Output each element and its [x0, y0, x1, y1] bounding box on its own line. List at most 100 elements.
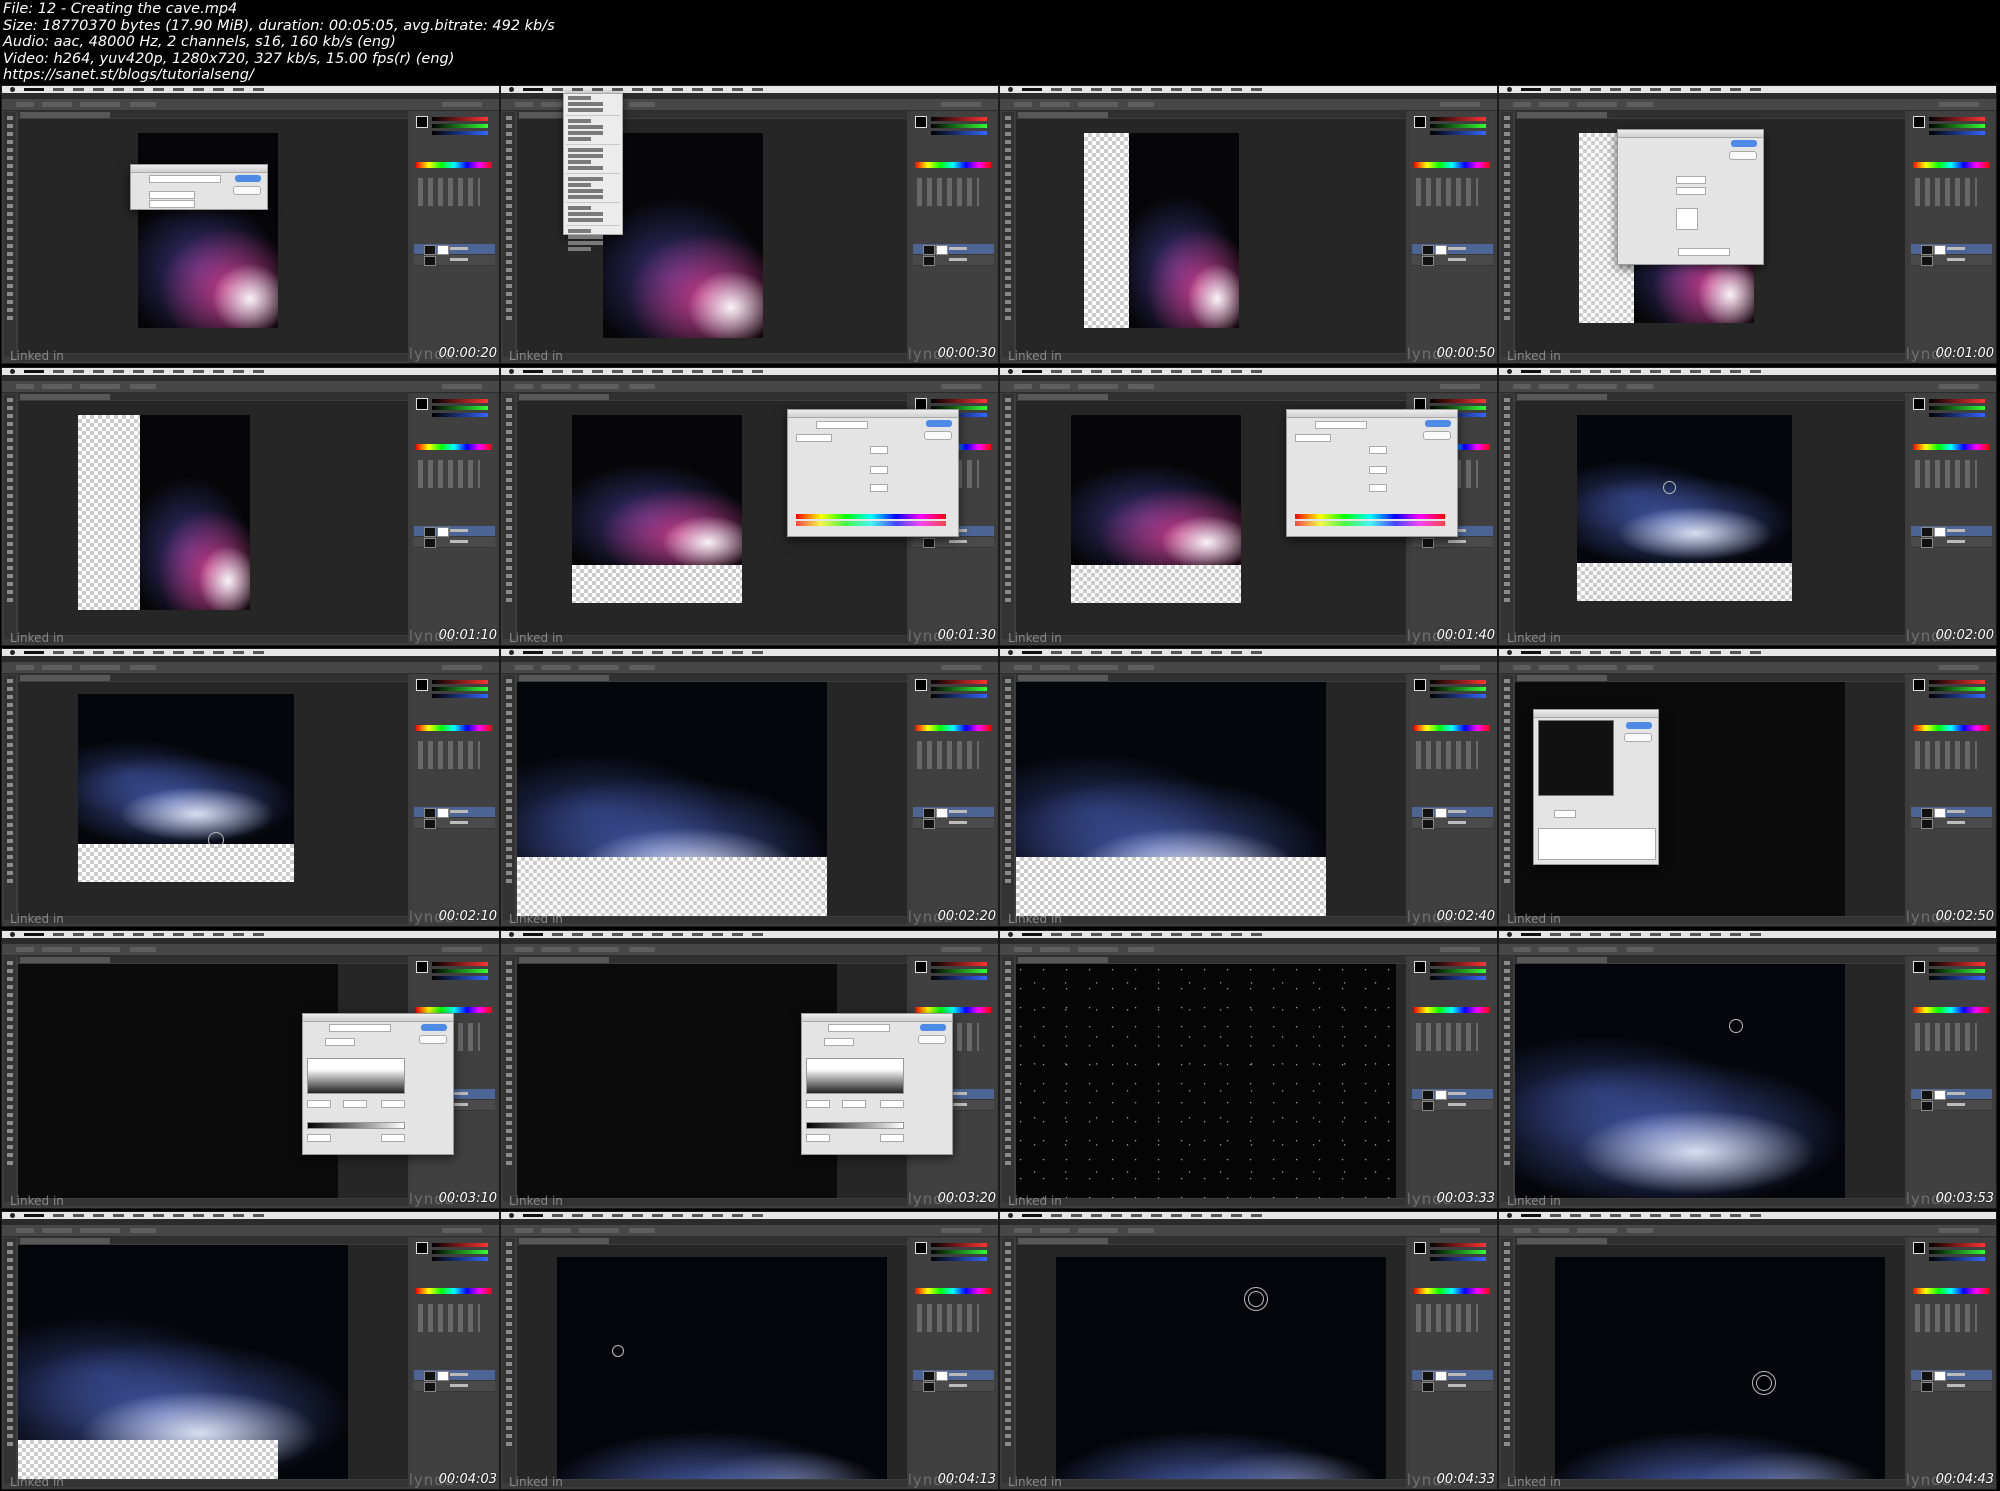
tool-icon[interactable]	[1005, 879, 1011, 883]
adjustments-icons[interactable]	[418, 459, 480, 488]
blue-slider[interactable]	[432, 1257, 488, 1261]
tool-icon[interactable]	[1504, 1378, 1510, 1382]
tool-icon[interactable]	[7, 132, 13, 136]
tool-icon[interactable]	[1504, 1128, 1510, 1133]
tool-icon[interactable]	[1504, 1330, 1510, 1334]
tool-icon[interactable]	[1504, 196, 1510, 200]
tool-icon[interactable]	[1005, 236, 1011, 240]
document-tab[interactable]	[519, 1238, 609, 1244]
menu-select[interactable]	[1151, 369, 1162, 373]
green-slider[interactable]	[931, 687, 987, 691]
document-tab[interactable]	[1018, 1238, 1108, 1244]
input-black-field[interactable]	[806, 1099, 830, 1108]
tool-icon[interactable]	[506, 284, 512, 288]
tool-icon[interactable]	[506, 220, 512, 224]
tool-icon[interactable]	[7, 220, 13, 224]
tool-icon[interactable]	[1005, 220, 1011, 224]
menu-view[interactable]	[712, 1214, 723, 1217]
menu-view[interactable]	[1710, 651, 1721, 654]
tool-icon[interactable]	[506, 823, 512, 827]
tool-icon[interactable]	[1005, 1370, 1011, 1374]
tool-icon[interactable]	[506, 1314, 512, 1318]
tool-icon[interactable]	[1005, 1152, 1011, 1157]
tool-icon[interactable]	[506, 1088, 512, 1093]
menu-3d[interactable]	[193, 932, 204, 936]
tool-icon[interactable]	[506, 831, 512, 835]
tool-icon[interactable]	[506, 1242, 512, 1246]
green-slider[interactable]	[1929, 968, 1985, 973]
green-slider[interactable]	[432, 405, 488, 410]
blue-slider[interactable]	[931, 131, 987, 135]
tool-icon[interactable]	[1504, 236, 1510, 240]
foreground-color-swatch[interactable]	[1913, 397, 1925, 410]
menu-item[interactable]	[568, 166, 603, 170]
menu-3d[interactable]	[1690, 88, 1701, 91]
tool-icon[interactable]	[7, 1120, 13, 1125]
menu-edit[interactable]	[572, 369, 583, 373]
menu-item[interactable]	[568, 247, 592, 251]
option-control[interactable]	[80, 102, 120, 107]
menu-filter[interactable]	[672, 1214, 683, 1217]
foreground-color-swatch[interactable]	[416, 116, 428, 128]
tool-icon[interactable]	[506, 164, 512, 168]
tool-preset-picker[interactable]	[515, 102, 533, 107]
menu-filter[interactable]	[1171, 932, 1182, 936]
tool-icon[interactable]	[7, 1434, 13, 1438]
menu-file[interactable]	[552, 88, 563, 91]
menu-3d[interactable]	[692, 1214, 703, 1217]
tool-icon[interactable]	[7, 124, 13, 128]
blue-slider[interactable]	[1430, 975, 1486, 980]
tool-icon[interactable]	[1504, 573, 1510, 578]
layer-row[interactable]	[1911, 255, 1992, 266]
tool-icon[interactable]	[506, 1362, 512, 1366]
tool-icon[interactable]	[7, 156, 13, 160]
menu-file[interactable]	[1051, 369, 1062, 373]
menu-file[interactable]	[1550, 932, 1561, 936]
menu-3d[interactable]	[692, 932, 703, 936]
tool-icon[interactable]	[1005, 164, 1011, 168]
tool-icon[interactable]	[506, 517, 512, 522]
blue-slider[interactable]	[432, 694, 488, 698]
adjustments-icons[interactable]	[1416, 741, 1478, 769]
tool-icon[interactable]	[1504, 581, 1510, 586]
tool-icon[interactable]	[7, 1322, 13, 1326]
red-slider[interactable]	[1430, 398, 1486, 403]
menu-edit[interactable]	[73, 932, 84, 936]
option-control[interactable]	[1627, 946, 1653, 952]
tool-preset-picker[interactable]	[1513, 946, 1531, 952]
menu-type[interactable]	[632, 1214, 643, 1217]
tool-icon[interactable]	[506, 260, 512, 264]
tool-icon[interactable]	[7, 276, 13, 280]
preset-select[interactable]	[816, 420, 868, 429]
tool-icon[interactable]	[1504, 220, 1510, 224]
tool-icon[interactable]	[7, 1096, 13, 1101]
tool-icon[interactable]	[506, 1378, 512, 1382]
option-control[interactable]	[541, 1228, 571, 1233]
tool-icon[interactable]	[506, 1258, 512, 1262]
tool-icon[interactable]	[1005, 1386, 1011, 1390]
layer-row[interactable]	[913, 807, 994, 818]
tool-icon[interactable]	[1005, 968, 1011, 973]
menu-help[interactable]	[1251, 369, 1262, 373]
input-gamma-field[interactable]	[343, 1099, 367, 1108]
option-control[interactable]	[1128, 383, 1154, 389]
menu-window[interactable]	[1231, 369, 1242, 373]
tool-icon[interactable]	[506, 565, 512, 570]
layer-row[interactable]	[1412, 1099, 1493, 1111]
menu-filter[interactable]	[1171, 369, 1182, 373]
red-slider[interactable]	[1929, 680, 1985, 684]
cancel-button[interactable]	[233, 186, 261, 195]
menu-layer[interactable]	[1610, 651, 1621, 654]
tool-icon[interactable]	[1504, 1064, 1510, 1069]
tool-icon[interactable]	[1005, 1104, 1011, 1109]
menu-help[interactable]	[1251, 651, 1262, 654]
menu-file[interactable]	[1051, 1214, 1062, 1217]
tool-icon[interactable]	[1504, 316, 1510, 320]
tool-icon[interactable]	[506, 453, 512, 458]
canvas-area[interactable]	[1016, 119, 1406, 353]
canvas-area[interactable]	[517, 682, 907, 916]
tool-icon[interactable]	[1005, 791, 1011, 795]
tool-icon[interactable]	[506, 1056, 512, 1061]
tool-icon[interactable]	[7, 244, 13, 248]
blue-slider[interactable]	[432, 131, 488, 135]
